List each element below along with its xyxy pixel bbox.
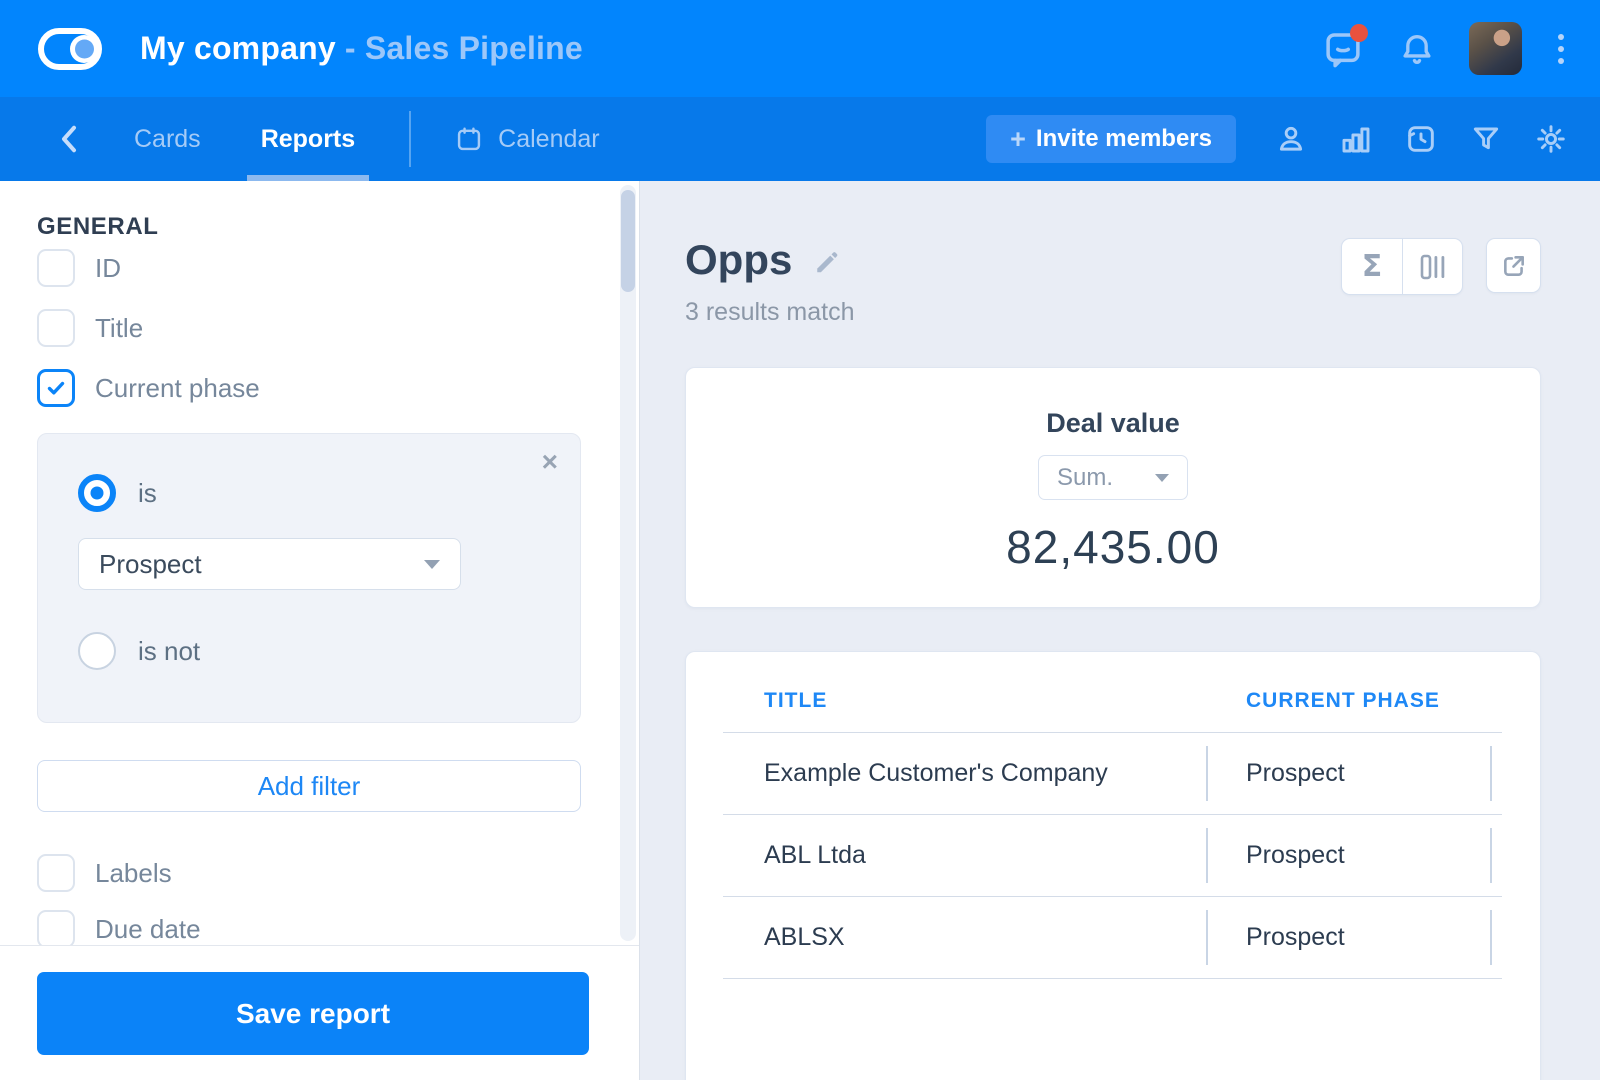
export-icon: [1503, 255, 1524, 276]
notification-dot: [1350, 23, 1368, 42]
metric-label: Deal value: [1046, 408, 1180, 438]
field-row-labels: Labels: [37, 854, 581, 892]
plus-icon: +: [1010, 123, 1026, 154]
tab-cards[interactable]: Cards: [128, 97, 207, 181]
operator-is-not-row: is not: [78, 632, 540, 670]
invite-members-label: Invite members: [1035, 125, 1212, 152]
checkbox-title[interactable]: [37, 309, 75, 347]
calendar-icon: [458, 127, 481, 151]
cell-title: ABL Ltda: [764, 841, 866, 869]
report-title: Opps: [685, 236, 793, 283]
messages-icon[interactable]: [1321, 23, 1368, 71]
column-header-title: TITLE: [764, 689, 828, 712]
radio-is-label: is: [138, 477, 157, 508]
aggregation-dropdown[interactable]: Sum.: [1038, 455, 1188, 500]
overflow-menu-icon[interactable]: [1552, 27, 1570, 71]
sidebar-scrollbar-thumb[interactable]: [621, 190, 635, 292]
phase-value-dropdown[interactable]: Prospect: [78, 538, 461, 590]
field-row-current-phase: Current phase: [37, 369, 581, 407]
title-separator: -: [344, 30, 356, 66]
checkbox-due-date[interactable]: [37, 910, 75, 945]
edit-pencil-icon[interactable]: [812, 247, 842, 277]
sum-view-button[interactable]: Σ: [1342, 239, 1402, 294]
field-row-id: ID: [37, 249, 581, 287]
radio-is[interactable]: [78, 474, 116, 512]
bar-columns-icon: [1420, 254, 1444, 279]
checkbox-id[interactable]: [37, 249, 75, 287]
cell-phase: Prospect: [1206, 733, 1502, 814]
report-settings-sidebar: GENERAL ID Title Current phase × is Pros…: [0, 181, 640, 1080]
board-title: My company - Sales Pipeline: [140, 30, 583, 67]
app-logo-icon[interactable]: [38, 27, 102, 70]
navbar: Cards Reports Calendar + Invite members: [0, 97, 1600, 181]
field-label: Due date: [95, 913, 201, 944]
topbar: My company - Sales Pipeline: [0, 0, 1600, 97]
checkbox-labels[interactable]: [37, 854, 75, 892]
sidebar-scrollbar: [620, 185, 636, 941]
nav-divider: [409, 111, 412, 167]
company-name: My company: [140, 30, 336, 66]
cell-title: Example Customer's Company: [764, 759, 1108, 787]
field-label: Current phase: [95, 372, 260, 403]
phase-value: Prospect: [99, 548, 202, 579]
column-header-current-phase: CURRENT PHASE: [1246, 689, 1440, 712]
pipeline-name: Sales Pipeline: [364, 30, 583, 66]
section-title: GENERAL: [37, 213, 159, 240]
report-panel: Opps 3 results match Σ Deal value Sum. 8…: [640, 181, 1600, 1080]
tab-calendar-label: Calendar: [498, 124, 600, 153]
nav-actions: + Invite members: [986, 115, 1567, 163]
sigma-icon: Σ: [1361, 249, 1383, 284]
app-root: My company - Sales Pipeline Cards Report…: [0, 0, 1600, 1080]
activity-history-icon[interactable]: [1405, 123, 1437, 155]
table-row[interactable]: ABL Ltda Prospect: [723, 815, 1502, 897]
topbar-actions: [1321, 22, 1570, 75]
reports-chart-icon[interactable]: [1340, 123, 1372, 155]
add-filter-button[interactable]: Add filter: [37, 760, 581, 812]
field-label: Labels: [95, 857, 172, 888]
operator-is-row: is: [78, 474, 540, 512]
invite-members-button[interactable]: + Invite members: [986, 115, 1236, 163]
field-label: Title: [95, 312, 144, 343]
report-toolbar: Σ: [1341, 238, 1541, 295]
view-toggle-group: Σ: [1341, 238, 1463, 295]
chevron-down-icon: [424, 559, 440, 569]
field-row-due-date: Due date: [37, 910, 581, 945]
checkbox-current-phase[interactable]: [37, 369, 75, 407]
deal-value-card: Deal value Sum. 82,435.00: [685, 367, 1541, 608]
back-chevron-icon[interactable]: [56, 124, 82, 154]
members-icon[interactable]: [1275, 123, 1307, 155]
notifications-bell-icon[interactable]: [1395, 27, 1439, 71]
field-row-title: Title: [37, 309, 581, 347]
filter-funnel-icon[interactable]: [1470, 123, 1502, 155]
results-table-card: TITLE CURRENT PHASE Example Customer's C…: [685, 651, 1541, 1080]
aggregation-value: Sum.: [1057, 463, 1114, 491]
settings-gear-icon[interactable]: [1535, 123, 1567, 155]
field-label: ID: [95, 252, 121, 283]
save-report-button[interactable]: Save report: [37, 972, 589, 1055]
metric-value: 82,435.00: [1006, 521, 1220, 573]
radio-is-not-label: is not: [138, 635, 201, 666]
cell-phase: Prospect: [1206, 815, 1502, 896]
cell-phase: Prospect: [1206, 897, 1502, 978]
results-count: 3 results match: [685, 298, 855, 326]
close-icon[interactable]: ×: [542, 448, 558, 476]
table-header-row: TITLE CURRENT PHASE: [723, 689, 1502, 713]
sidebar-footer: Save report: [0, 945, 639, 1080]
radio-is-not[interactable]: [78, 632, 116, 670]
table-row[interactable]: Example Customer's Company Prospect: [723, 733, 1502, 815]
export-button[interactable]: [1486, 238, 1541, 293]
chevron-down-icon: [1155, 473, 1169, 482]
chart-view-button[interactable]: [1402, 239, 1462, 294]
sidebar-scroll-area: GENERAL ID Title Current phase × is Pros…: [0, 181, 639, 945]
table-body: Example Customer's Company Prospect ABL …: [723, 732, 1502, 979]
cell-title: ABLSX: [764, 923, 845, 951]
user-avatar[interactable]: [1469, 22, 1522, 75]
tab-reports[interactable]: Reports: [246, 97, 370, 181]
tab-calendar[interactable]: Calendar: [455, 124, 600, 154]
main-area: GENERAL ID Title Current phase × is Pros…: [0, 181, 1600, 1080]
table-row[interactable]: ABLSX Prospect: [723, 897, 1502, 979]
phase-filter-box: × is Prospect is not: [37, 433, 581, 723]
report-header: Opps 3 results match Σ: [685, 236, 1541, 327]
